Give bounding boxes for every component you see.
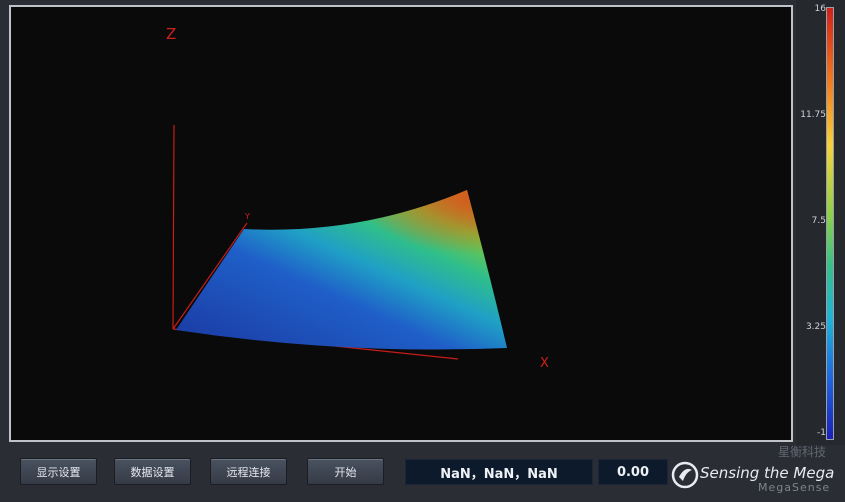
data-settings-button[interactable]: 数据设置 bbox=[114, 458, 191, 485]
colorbar-tick-max: 16 bbox=[814, 4, 826, 14]
surface-plot bbox=[172, 124, 507, 360]
remote-connect-button[interactable]: 远程连接 bbox=[210, 458, 287, 485]
z-axis-label: Z bbox=[166, 25, 177, 43]
value-readout: 0.00 bbox=[598, 459, 668, 485]
z-axis-line bbox=[172, 124, 175, 330]
start-button[interactable]: 开始 bbox=[307, 458, 384, 485]
colorbar-panel: 16 11.75 7.5 3.25 -1 bbox=[796, 0, 845, 445]
logo-subtext: MegaSense bbox=[758, 481, 831, 494]
logo-icon bbox=[671, 461, 699, 489]
company-logo: 星衡科技 Sensing the Mega MegaSense bbox=[668, 445, 845, 502]
y-axis-label: Y bbox=[245, 212, 250, 221]
coordinate-readout: NaN，NaN，NaN bbox=[405, 459, 593, 485]
display-settings-button[interactable]: 显示设置 bbox=[20, 458, 97, 485]
colorbar-tick-min: -1 bbox=[817, 428, 826, 438]
colorbar-tick-2: 11.75 bbox=[800, 110, 826, 120]
surface-hotspot bbox=[176, 190, 507, 350]
colorbar-tick-3: 7.5 bbox=[811, 216, 826, 226]
x-axis-label: X bbox=[540, 356, 549, 371]
logo-chinese-text: 星衡科技 bbox=[778, 445, 827, 459]
3d-plot-viewport[interactable]: Z Y X bbox=[9, 5, 793, 442]
colorbar-gradient bbox=[826, 7, 834, 440]
colorbar-tick-4: 3.25 bbox=[805, 322, 826, 332]
logo-tagline: Sensing the Mega bbox=[700, 464, 835, 482]
